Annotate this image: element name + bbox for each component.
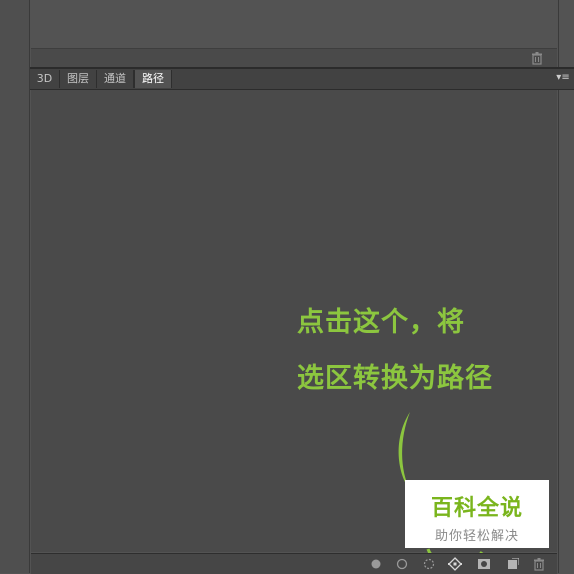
delete-icon[interactable] bbox=[529, 50, 545, 66]
baike-watermark: 百科全说 助你轻松解决 bbox=[405, 480, 549, 548]
annotation-line-1: 点击这个，将 bbox=[297, 307, 465, 338]
paths-panel-toolbar bbox=[31, 553, 557, 574]
panel-menu-icon[interactable]: ▾≡ bbox=[555, 71, 571, 85]
fill-path-icon[interactable] bbox=[368, 556, 384, 572]
left-dock-strip bbox=[0, 0, 30, 573]
delete-path-icon[interactable] bbox=[531, 556, 547, 572]
tab-paths[interactable]: 路径 bbox=[134, 70, 172, 88]
panel-tab-bar: 3D 图层 通道 路径 ▾≡ bbox=[30, 69, 574, 90]
upper-panel bbox=[31, 0, 557, 48]
annotation-line-2: 选区转换为路径 bbox=[297, 363, 493, 394]
upper-panel-footer bbox=[31, 48, 557, 67]
load-selection-icon[interactable] bbox=[421, 556, 437, 572]
watermark-subtitle: 助你轻松解决 bbox=[434, 529, 519, 544]
stroke-path-icon[interactable] bbox=[394, 556, 410, 572]
new-path-icon[interactable] bbox=[504, 556, 520, 572]
make-work-path-icon[interactable] bbox=[447, 556, 463, 572]
watermark-title: 百科全说 bbox=[430, 496, 523, 521]
tab-layers[interactable]: 图层 bbox=[60, 70, 97, 88]
tab-3d[interactable]: 3D bbox=[30, 70, 60, 88]
tab-channels[interactable]: 通道 bbox=[97, 70, 134, 88]
add-mask-icon[interactable] bbox=[476, 556, 492, 572]
